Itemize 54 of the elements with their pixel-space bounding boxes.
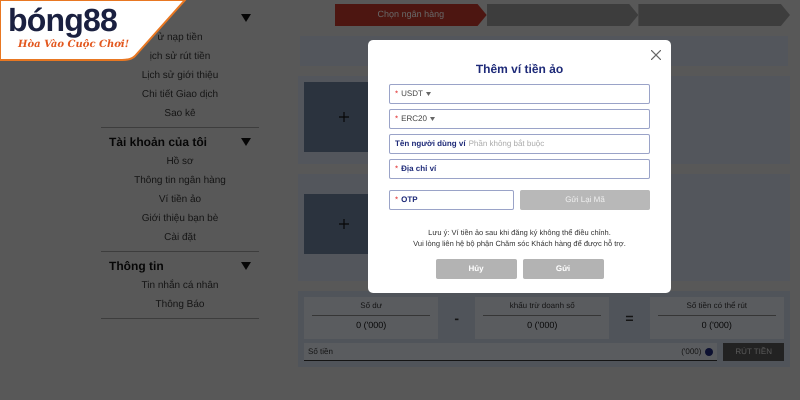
- amount-field[interactable]: Số tiền ('000): [304, 343, 718, 361]
- input-field[interactable]: Tên người dùng ví Phần không bắt buộc: [389, 134, 650, 154]
- section-heading: Thông tin: [109, 258, 164, 275]
- caret-icon: [426, 92, 431, 96]
- close-button[interactable]: [651, 50, 661, 60]
- summary-label: Số dư: [360, 300, 382, 312]
- required-mark: *: [395, 88, 398, 100]
- field-label: Tên người dùng ví: [395, 138, 466, 150]
- sidebar-item[interactable]: ịch sử rút tiền: [150, 47, 210, 66]
- operator-sign: -: [453, 308, 460, 328]
- summary-label: Số tiền có thể rút: [686, 300, 748, 312]
- sidebar-item[interactable]: Cài đặt: [164, 228, 196, 247]
- cancel-button[interactable]: Hủy: [436, 259, 516, 279]
- unit-label: ('000): [681, 346, 702, 358]
- plus-icon: [339, 112, 349, 122]
- info-icon: [705, 348, 714, 356]
- required-mark: *: [395, 163, 398, 175]
- sidebar-item[interactable]: Hồ sơ: [166, 152, 194, 171]
- sidebar-item[interactable]: Chi tiết Giao dịch: [142, 85, 218, 104]
- section-heading: Tài khoản của tôi: [109, 134, 208, 151]
- summary-value: 0 ('000): [527, 319, 558, 332]
- dialog-title: Thêm ví tiền ảo: [476, 61, 564, 78]
- required-mark: *: [395, 194, 398, 206]
- amount-input[interactable]: Số tiền: [308, 346, 682, 358]
- summary-value: 0 ('000): [702, 319, 732, 332]
- sidebar-item[interactable]: Sao kê: [164, 104, 196, 123]
- summary-label: khấu trừ doanh số: [510, 300, 575, 312]
- operator-sign: =: [624, 308, 635, 328]
- field-label: OTP: [401, 194, 418, 206]
- sidebar-item[interactable]: Thông Báo: [156, 295, 204, 314]
- summary-value: 0 ('000): [356, 319, 386, 332]
- logo-text: bóng88: [8, 2, 117, 38]
- select-value: ERC20: [401, 113, 427, 125]
- logo-tagline: Hòa Vào Cuộc Chơi!: [18, 38, 130, 52]
- caret-icon[interactable]: [241, 14, 251, 22]
- select-value: USDT: [401, 88, 423, 100]
- sidebar-item[interactable]: Ví tiền ảo: [158, 190, 202, 209]
- sidebar-item[interactable]: ử nạp tiền: [157, 28, 203, 47]
- plus-icon: [339, 219, 349, 229]
- input-field[interactable]: * Địa chỉ ví: [389, 159, 650, 179]
- select-field[interactable]: * USDT: [389, 84, 650, 104]
- sidebar-item[interactable]: Giới thiệu bạn bè: [142, 209, 218, 228]
- caret-icon: [430, 117, 435, 121]
- submit-button[interactable]: Gửi: [522, 259, 604, 279]
- caret-icon[interactable]: [241, 138, 251, 146]
- text-input[interactable]: Phần không bắt buộc: [468, 138, 644, 150]
- sidebar-item[interactable]: Lịch sử giới thiệu: [142, 66, 218, 85]
- sidebar-item[interactable]: Tin nhắn cá nhân: [142, 276, 218, 295]
- sidebar-item[interactable]: Thông tin ngân hàng: [134, 171, 226, 190]
- select-field[interactable]: * ERC20: [389, 109, 650, 129]
- close-icon: [651, 50, 661, 60]
- field-label: Địa chỉ ví: [401, 163, 436, 175]
- required-mark: *: [395, 113, 398, 125]
- caret-icon[interactable]: [241, 262, 251, 270]
